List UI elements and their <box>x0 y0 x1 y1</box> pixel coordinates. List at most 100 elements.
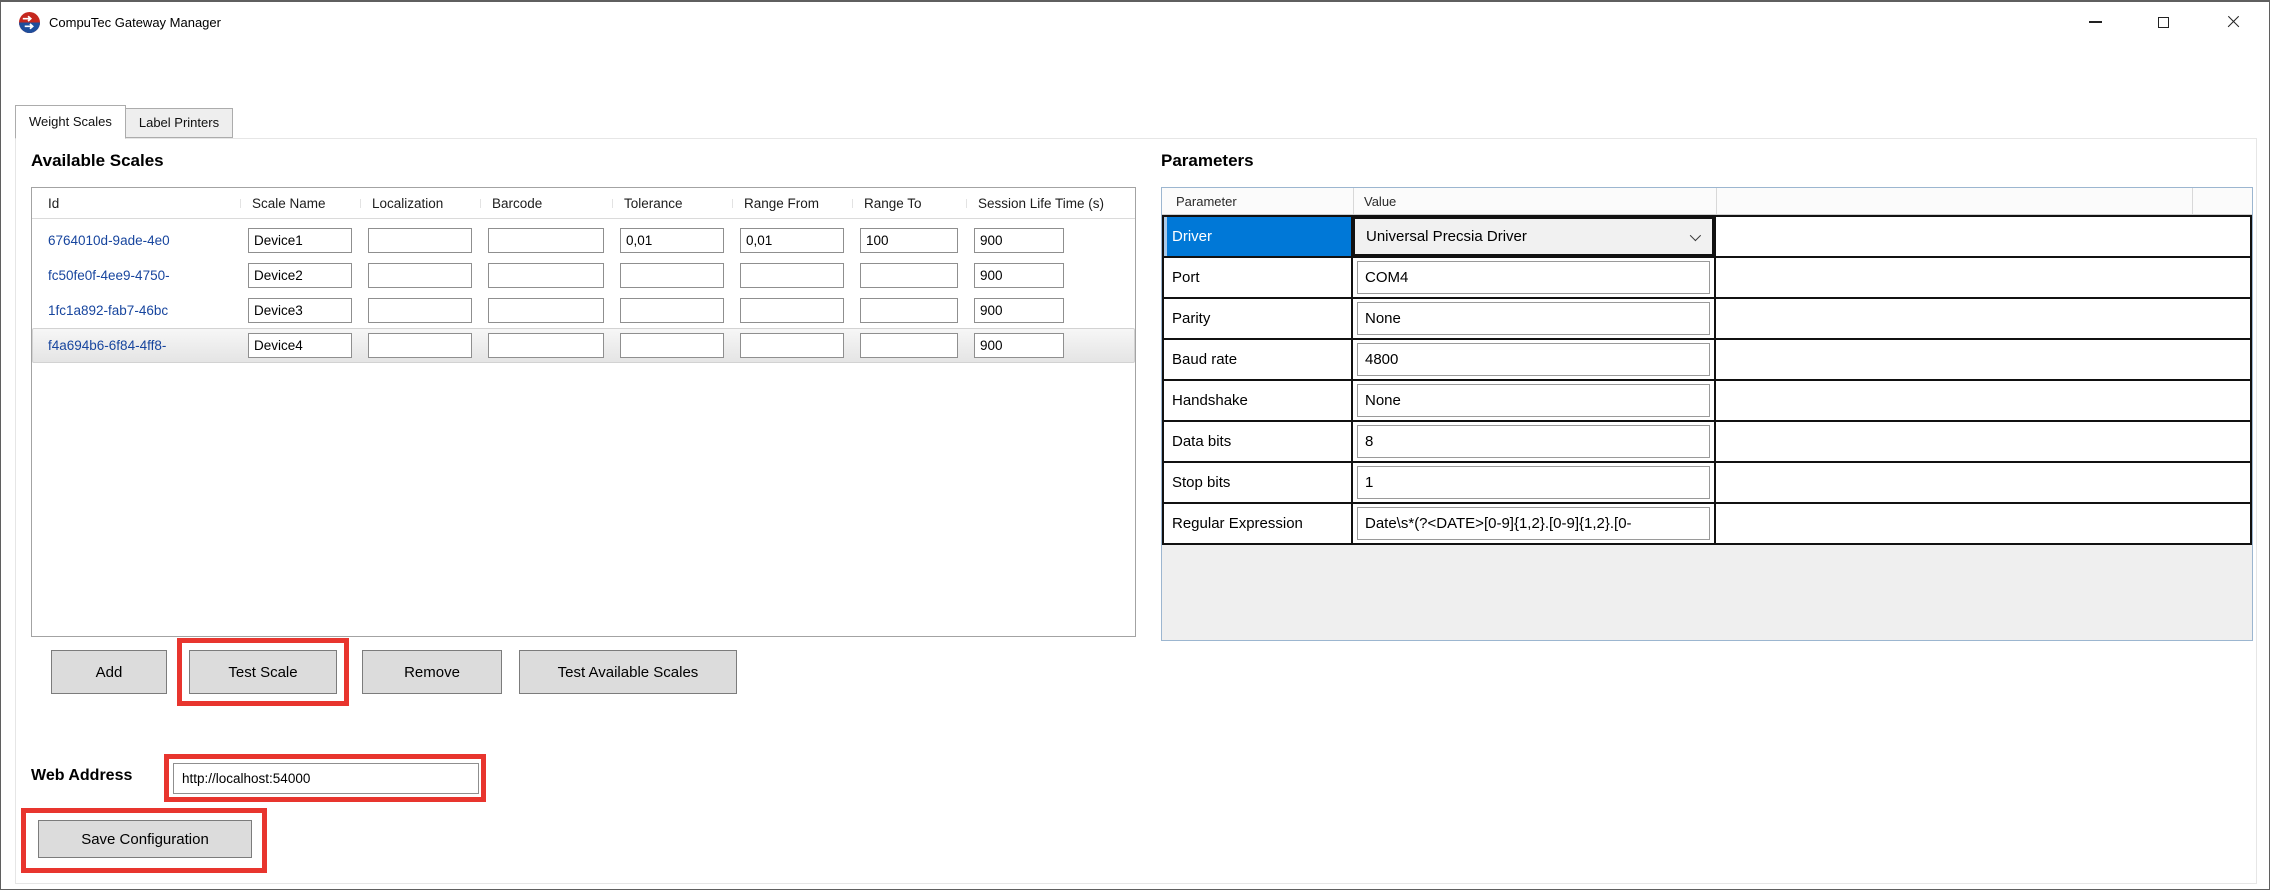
parameter-name-cell[interactable]: Handshake <box>1164 381 1353 420</box>
parameter-value-cell: Universal Precsia Driver <box>1353 217 1716 256</box>
web-address-input[interactable] <box>173 763 479 794</box>
parameters-column-header-0: Parameter <box>1162 188 1353 214</box>
maximize-button[interactable] <box>2149 8 2177 36</box>
parameter-row[interactable]: Driver Universal Precsia Driver <box>1164 217 2250 258</box>
parameter-value-input[interactable] <box>1357 466 1710 499</box>
driver-dropdown-value: Universal Precsia Driver <box>1366 228 1527 245</box>
parameter-value-cell <box>1353 258 1716 297</box>
window-title: CompuTec Gateway Manager <box>49 15 221 30</box>
range-to-input[interactable] <box>860 333 958 358</box>
parameter-value-input[interactable] <box>1357 384 1710 417</box>
parameter-value-input[interactable] <box>1357 507 1710 540</box>
parameter-name-cell[interactable]: Regular Expression <box>1164 504 1353 543</box>
available-scales-heading: Available Scales <box>31 151 164 171</box>
save-configuration-button[interactable]: Save Configuration <box>38 820 252 858</box>
scales-column-header-2: Localization <box>368 196 472 211</box>
chevron-down-icon <box>1690 229 1701 240</box>
scale-name-input[interactable] <box>248 228 352 253</box>
parameter-value-input[interactable] <box>1357 425 1710 458</box>
parameter-name-cell[interactable]: Baud rate <box>1164 340 1353 379</box>
scale-row[interactable]: 6764010d-9ade-4e0 <box>32 223 1135 258</box>
parameter-row[interactable]: Parity <box>1164 299 2250 340</box>
scales-column-header-6: Range To <box>860 196 958 211</box>
parameter-row[interactable]: Baud rate <box>1164 340 2250 381</box>
tab-weight-scales[interactable]: Weight Scales <box>15 105 126 139</box>
scale-name-input[interactable] <box>248 263 352 288</box>
close-icon <box>2227 16 2240 29</box>
range-to-input[interactable] <box>860 298 958 323</box>
tolerance-input[interactable] <box>620 298 724 323</box>
parameters-column-header-spacer <box>1716 188 2192 214</box>
scale-row[interactable]: fc50fe0f-4ee9-4750- <box>32 258 1135 293</box>
parameter-row[interactable]: Port <box>1164 258 2250 299</box>
scale-id-link[interactable]: 1fc1a892-fab7-46bc <box>46 303 232 318</box>
parameter-value-cell <box>1353 340 1716 379</box>
add-button[interactable]: Add <box>51 650 167 694</box>
parameter-row[interactable]: Stop bits <box>1164 463 2250 504</box>
parameter-row-filler <box>1716 422 2250 461</box>
test-scale-button[interactable]: Test Scale <box>189 650 337 694</box>
range-to-input[interactable] <box>860 263 958 288</box>
test-available-scales-button[interactable]: Test Available Scales <box>519 650 737 694</box>
parameters-heading: Parameters <box>1161 151 1254 171</box>
parameter-row[interactable]: Regular Expression <box>1164 504 2250 545</box>
parameter-name-cell[interactable]: Data bits <box>1164 422 1353 461</box>
remove-button[interactable]: Remove <box>362 650 502 694</box>
app-logo-icon <box>19 12 40 33</box>
parameter-value-cell <box>1353 422 1716 461</box>
session-life-time-input[interactable] <box>974 298 1064 323</box>
available-scales-panel: IdScale NameLocalizationBarcodeTolerance… <box>31 187 1136 637</box>
parameter-row-filler <box>1716 463 2250 502</box>
barcode-input[interactable] <box>488 263 604 288</box>
tolerance-input[interactable] <box>620 228 724 253</box>
session-life-time-input[interactable] <box>974 263 1064 288</box>
localization-input[interactable] <box>368 263 472 288</box>
tab-label-printers[interactable]: Label Printers <box>126 108 233 138</box>
scale-id-link[interactable]: fc50fe0f-4ee9-4750- <box>46 268 232 283</box>
barcode-input[interactable] <box>488 333 604 358</box>
session-life-time-input[interactable] <box>974 228 1064 253</box>
localization-input[interactable] <box>368 228 472 253</box>
parameter-name-cell[interactable]: Stop bits <box>1164 463 1353 502</box>
parameter-row[interactable]: Handshake <box>1164 381 2250 422</box>
driver-dropdown[interactable]: Universal Precsia Driver <box>1353 217 1714 256</box>
barcode-input[interactable] <box>488 298 604 323</box>
range-from-input[interactable] <box>740 228 844 253</box>
title-bar: CompuTec Gateway Manager <box>1 2 2269 42</box>
scales-rows: 6764010d-9ade-4e0 fc50fe0f-4ee9-4750- 1fc1… <box>32 219 1135 363</box>
parameter-value-input[interactable] <box>1357 302 1710 335</box>
tolerance-input[interactable] <box>620 333 724 358</box>
range-from-input[interactable] <box>740 333 844 358</box>
scale-row[interactable]: 1fc1a892-fab7-46bc <box>32 293 1135 328</box>
parameters-header-row: ParameterValue <box>1162 188 2252 215</box>
parameter-row[interactable]: Data bits <box>1164 422 2250 463</box>
parameter-row-filler <box>1716 504 2250 543</box>
parameter-row-filler <box>1716 381 2250 420</box>
parameter-value-cell <box>1353 381 1716 420</box>
parameters-column-header-1: Value <box>1353 188 1716 214</box>
parameter-name-cell[interactable]: Port <box>1164 258 1353 297</box>
parameter-name-cell[interactable]: Driver <box>1164 217 1353 256</box>
maximize-icon <box>2158 17 2169 28</box>
minimize-button[interactable] <box>2081 8 2109 36</box>
scale-name-input[interactable] <box>248 298 352 323</box>
scales-column-header-5: Range From <box>740 196 844 211</box>
scale-id-link[interactable]: f4a694b6-6f84-4ff8- <box>46 338 232 353</box>
range-to-input[interactable] <box>860 228 958 253</box>
localization-input[interactable] <box>368 333 472 358</box>
scale-row[interactable]: f4a694b6-6f84-4ff8- <box>32 328 1135 363</box>
localization-input[interactable] <box>368 298 472 323</box>
parameter-name-cell[interactable]: Parity <box>1164 299 1353 338</box>
parameter-value-input[interactable] <box>1357 261 1710 294</box>
parameter-value-input[interactable] <box>1357 343 1710 376</box>
scale-name-input[interactable] <box>248 333 352 358</box>
range-from-input[interactable] <box>740 263 844 288</box>
scales-column-header-4: Tolerance <box>620 196 724 211</box>
scale-id-link[interactable]: 6764010d-9ade-4e0 <box>46 233 232 248</box>
barcode-input[interactable] <box>488 228 604 253</box>
session-life-time-input[interactable] <box>974 333 1064 358</box>
tolerance-input[interactable] <box>620 263 724 288</box>
close-button[interactable] <box>2219 8 2247 36</box>
range-from-input[interactable] <box>740 298 844 323</box>
parameter-value-cell <box>1353 504 1716 543</box>
